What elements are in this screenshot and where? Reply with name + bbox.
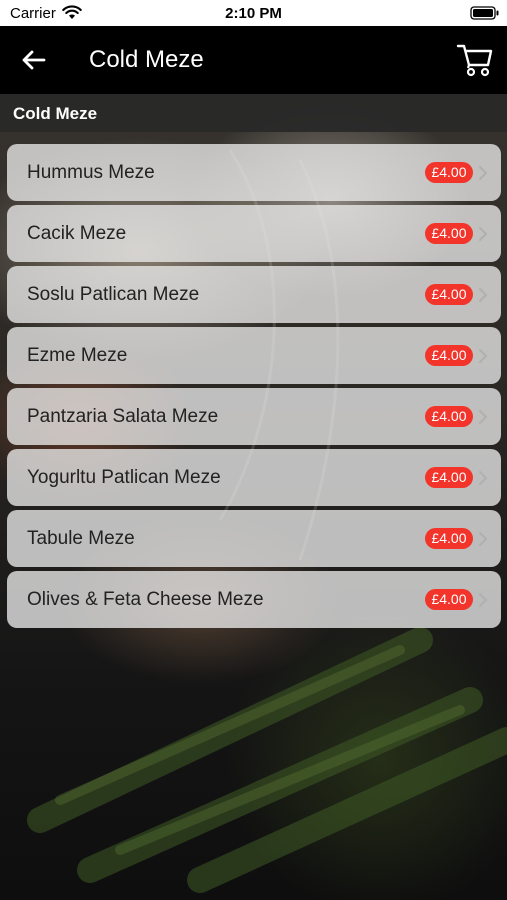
price-badge: £4.00 (425, 589, 473, 610)
item-name: Pantzaria Salata Meze (27, 406, 219, 427)
screen: Carrier 2:10 PM Cold Meze Cold Meze Humm… (0, 0, 507, 900)
price-badge: £4.00 (425, 406, 473, 427)
menu-item-cacik-meze[interactable]: Cacik Meze £4.00 (7, 205, 501, 262)
menu-item-pantzaria-salata-meze[interactable]: Pantzaria Salata Meze £4.00 (7, 388, 501, 445)
price-badge: £4.00 (425, 284, 473, 305)
item-name: Tabule Meze (27, 528, 135, 549)
price-badge: £4.00 (425, 162, 473, 183)
menu-item-olives-feta-cheese-meze[interactable]: Olives & Feta Cheese Meze £4.00 (7, 571, 501, 628)
item-name: Olives & Feta Cheese Meze (27, 589, 264, 610)
item-name: Soslu Patlican Meze (27, 284, 200, 305)
menu-item-soslu-patlican-meze[interactable]: Soslu Patlican Meze £4.00 (7, 266, 501, 323)
chevron-right-icon (479, 288, 487, 302)
page-title: Cold Meze (89, 46, 204, 73)
chevron-right-icon (479, 166, 487, 180)
menu-list: Hummus Meze £4.00 Cacik Meze £4.00 Soslu… (7, 144, 501, 632)
item-name: Hummus Meze (27, 162, 155, 183)
back-button[interactable] (18, 44, 52, 76)
cart-button[interactable] (456, 42, 494, 78)
chevron-right-icon (479, 349, 487, 363)
chevron-right-icon (479, 471, 487, 485)
price-badge: £4.00 (425, 467, 473, 488)
battery-icon (470, 6, 499, 20)
price-badge: £4.00 (425, 223, 473, 244)
item-name: Cacik Meze (27, 223, 127, 244)
menu-item-hummus-meze[interactable]: Hummus Meze £4.00 (7, 144, 501, 201)
status-time: 2:10 PM (225, 5, 282, 22)
back-arrow-icon (22, 50, 46, 70)
chevron-right-icon (479, 593, 487, 607)
status-bar: Carrier 2:10 PM (0, 0, 507, 26)
menu-item-yogurltu-patlican-meze[interactable]: Yogurltu Patlican Meze £4.00 (7, 449, 501, 506)
chevron-right-icon (479, 532, 487, 546)
price-badge: £4.00 (425, 528, 473, 549)
price-badge: £4.00 (425, 345, 473, 366)
section-header: Cold Meze (0, 94, 507, 132)
item-name: Ezme Meze (27, 345, 128, 366)
navigation-bar: Cold Meze (0, 26, 507, 94)
item-name: Yogurltu Patlican Meze (27, 467, 221, 488)
cart-icon (456, 44, 493, 77)
chevron-right-icon (479, 410, 487, 424)
menu-item-ezme-meze[interactable]: Ezme Meze £4.00 (7, 327, 501, 384)
section-title: Cold Meze (13, 104, 98, 123)
menu-item-tabule-meze[interactable]: Tabule Meze £4.00 (7, 510, 501, 567)
chevron-right-icon (479, 227, 487, 241)
